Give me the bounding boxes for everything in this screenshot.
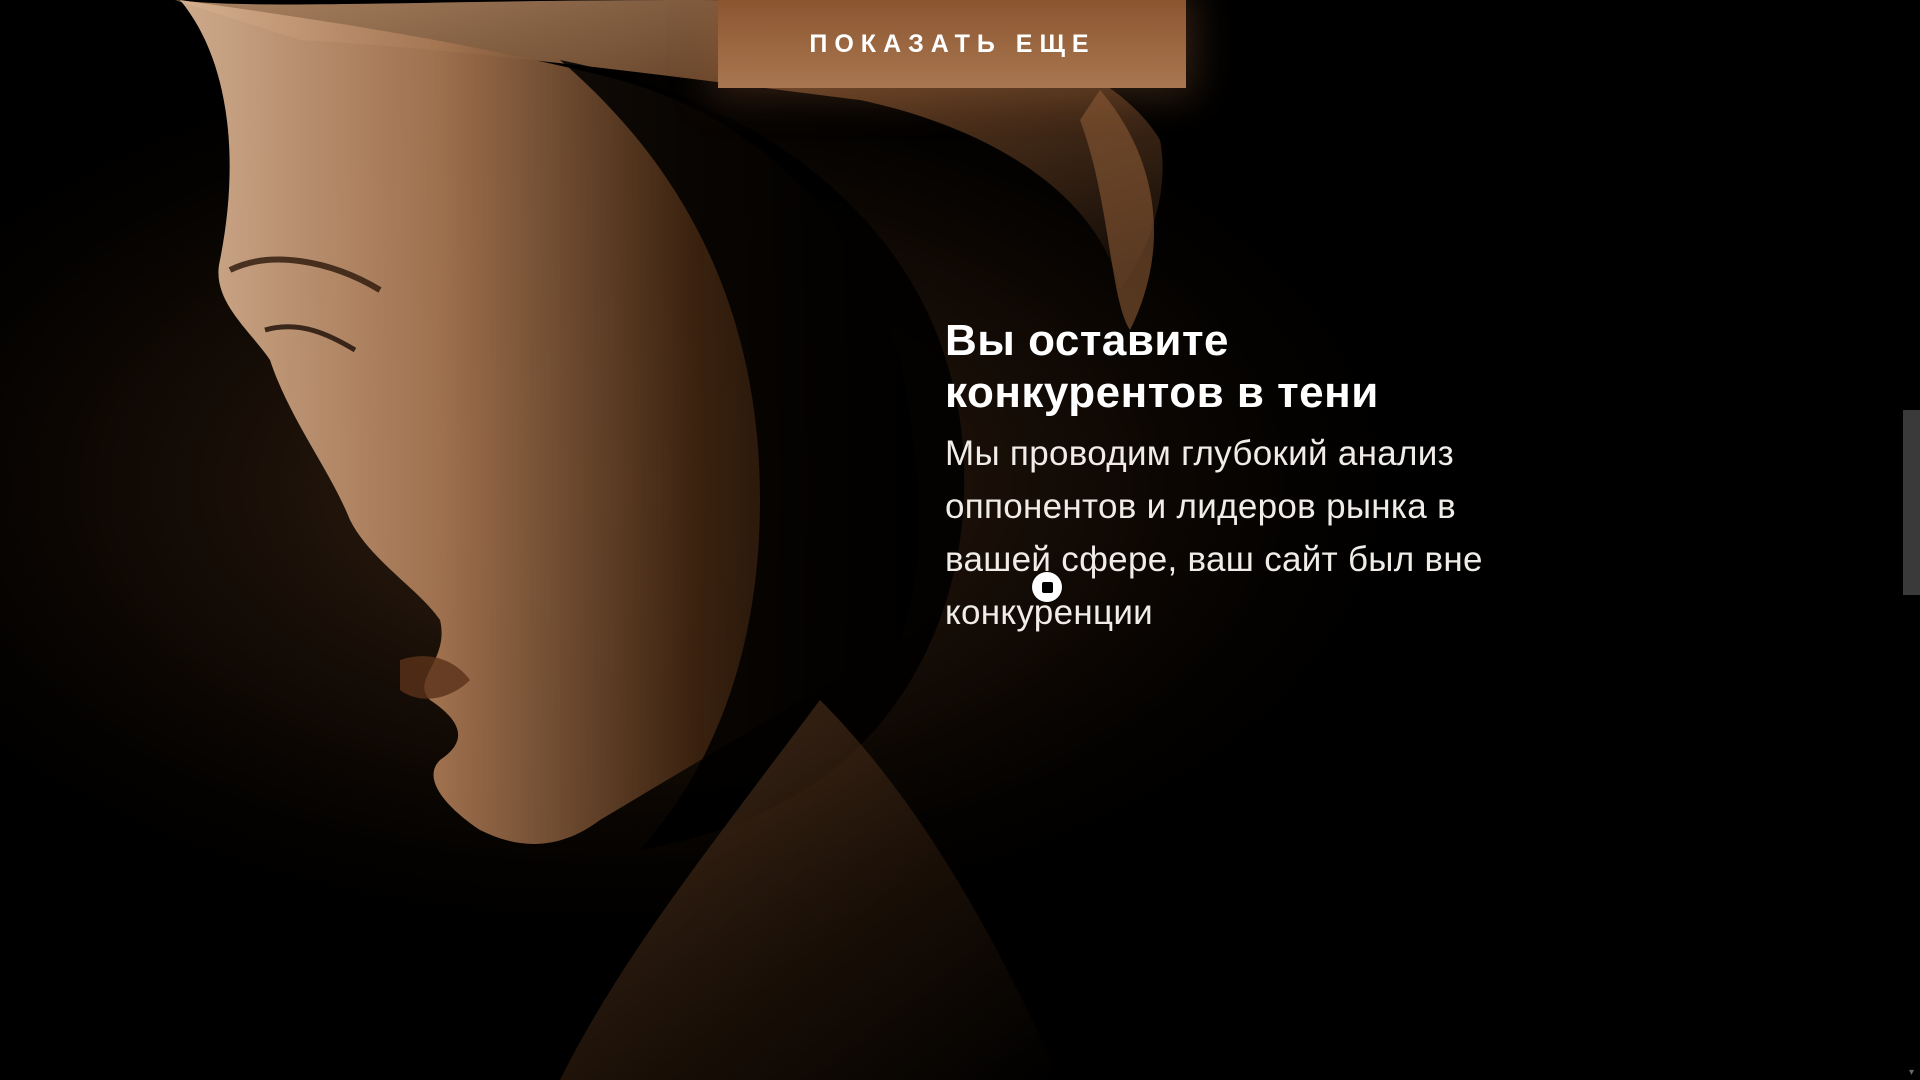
section-title-line-1: Вы оставите bbox=[945, 316, 1229, 365]
page-scrollbar[interactable]: ▾ bbox=[1903, 0, 1920, 1080]
page: ПОКАЗАТЬ ЕЩЕ Вы оставите конкурентов в т… bbox=[0, 0, 1920, 1080]
scrollbar-thumb[interactable] bbox=[1903, 410, 1920, 595]
show-more-button[interactable]: ПОКАЗАТЬ ЕЩЕ bbox=[718, 0, 1186, 88]
chevron-down-icon[interactable]: ▾ bbox=[1906, 1067, 1917, 1078]
section-description: Мы проводим глубокий анализ оппонентов и… bbox=[945, 434, 1483, 632]
cursor-icon bbox=[1032, 572, 1062, 602]
section-title: Вы оставите конкурентов в тени bbox=[945, 315, 1565, 419]
section-title-line-2: конкурентов в тени bbox=[945, 368, 1379, 417]
